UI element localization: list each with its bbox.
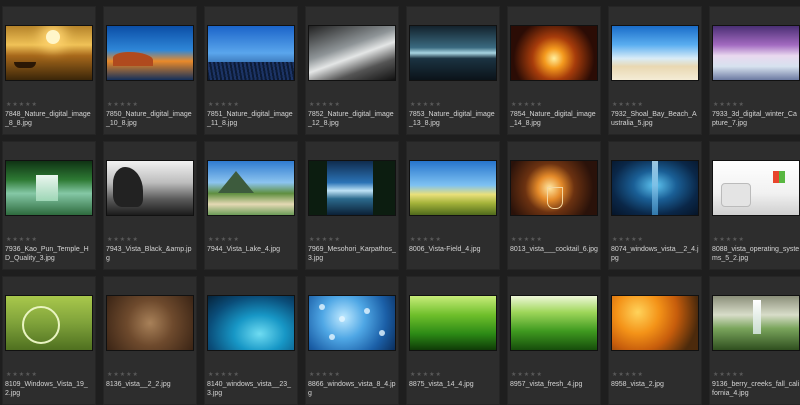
thumbnail-card[interactable]: ★★★★★ 7933_3d_digital_winter_Capture_7.j… bbox=[709, 6, 800, 135]
thumbnail-image[interactable] bbox=[511, 26, 597, 80]
file-name: 7944_Vista_Lake_4.jpg bbox=[207, 246, 281, 253]
thumbnail-image[interactable] bbox=[713, 26, 799, 80]
thumbnail-card[interactable]: ★★★★★ 8013_vista___cocktail_6.jpg bbox=[507, 141, 601, 270]
file-name: 8088_vista_operating_systems_5_2.jpg bbox=[712, 246, 800, 262]
thumbnail-card[interactable]: ★★★★★ 7852_Nature_digital_image_12_8.jpg bbox=[305, 6, 399, 135]
rating-stars[interactable]: ★★★★★ bbox=[6, 371, 38, 378]
thumbnail-card[interactable]: ★★★★★ 9136_berry_creeks_fall_california_… bbox=[709, 276, 800, 405]
rating-stars[interactable]: ★★★★★ bbox=[309, 101, 341, 108]
file-name: 8109_Windows_Vista_19_2.jpg bbox=[5, 381, 88, 397]
thumbnail-image[interactable] bbox=[107, 26, 193, 80]
thumbnail-image[interactable] bbox=[612, 26, 698, 80]
file-name: 8958_vista_2.jpg bbox=[611, 381, 664, 388]
thumbnail-image[interactable] bbox=[612, 161, 698, 215]
thumbnail-image[interactable] bbox=[511, 161, 597, 215]
thumbnail-card[interactable]: ★★★★★ 8875_vista_14_4.jpg bbox=[406, 276, 500, 405]
thumbnail-image[interactable] bbox=[208, 296, 294, 350]
rating-stars[interactable]: ★★★★★ bbox=[107, 101, 139, 108]
thumbnail-card[interactable]: ★★★★★ 7936_Kao_Pun_Temple_HD_Quality_3.j… bbox=[2, 141, 96, 270]
rating-stars[interactable]: ★★★★★ bbox=[713, 236, 745, 243]
thumbnail-image[interactable] bbox=[107, 296, 193, 350]
thumbnail-card[interactable]: ★★★★★ 8957_vista_fresh_4.jpg bbox=[507, 276, 601, 405]
thumbnail-card[interactable]: ★★★★★ 7932_Shoal_Bay_Beach_Australia_5.j… bbox=[608, 6, 702, 135]
thumbnail-card[interactable]: ★★★★★ 8136_vista__2_2.jpg bbox=[103, 276, 197, 405]
thumbnail-grid: ★★★★★ 7848_Nature_digital_image_8_8.jpg … bbox=[0, 0, 800, 405]
rating-stars[interactable]: ★★★★★ bbox=[612, 371, 644, 378]
file-name: 7943_Vista_Black_&amp.jpg bbox=[106, 246, 192, 262]
thumbnail-image[interactable] bbox=[208, 26, 294, 80]
thumbnail-card[interactable]: ★★★★★ 8109_Windows_Vista_19_2.jpg bbox=[2, 276, 96, 405]
thumbnail-image[interactable] bbox=[6, 161, 92, 215]
thumbnail-image[interactable] bbox=[6, 26, 92, 80]
thumbnail-image[interactable] bbox=[713, 161, 799, 215]
thumbnail-image[interactable] bbox=[410, 26, 496, 80]
file-name: 7854_Nature_digital_image_14_8.jpg bbox=[510, 111, 596, 127]
file-name: 7936_Kao_Pun_Temple_HD_Quality_3.jpg bbox=[5, 246, 89, 262]
rating-stars[interactable]: ★★★★★ bbox=[309, 371, 341, 378]
thumbnail-card[interactable]: ★★★★★ 8866_windows_vista_8_4.jpg bbox=[305, 276, 399, 405]
file-name: 7851_Nature_digital_image_11_8.jpg bbox=[207, 111, 293, 127]
rating-stars[interactable]: ★★★★★ bbox=[107, 236, 139, 243]
thumbnail-card[interactable]: ★★★★★ 8006_Vista-Field_4.jpg bbox=[406, 141, 500, 270]
thumbnail-image[interactable] bbox=[511, 296, 597, 350]
thumbnail-image[interactable] bbox=[410, 161, 496, 215]
thumbnail-image[interactable] bbox=[6, 296, 92, 350]
rating-stars[interactable]: ★★★★★ bbox=[511, 101, 543, 108]
thumbnail-image[interactable] bbox=[309, 296, 395, 350]
file-name: 7853_Nature_digital_image_13_8.jpg bbox=[409, 111, 495, 127]
file-name: 7932_Shoal_Bay_Beach_Australia_5.jpg bbox=[611, 111, 697, 127]
file-name: 7848_Nature_digital_image_8_8.jpg bbox=[5, 111, 91, 127]
file-name: 8140_windows_vista__23_3.jpg bbox=[207, 381, 292, 397]
thumbnail-card[interactable]: ★★★★★ 7848_Nature_digital_image_8_8.jpg bbox=[2, 6, 96, 135]
file-name: 7933_3d_digital_winter_Capture_7.jpg bbox=[712, 111, 797, 127]
thumbnail-image[interactable] bbox=[309, 161, 395, 215]
thumbnail-card[interactable]: ★★★★★ 8958_vista_2.jpg bbox=[608, 276, 702, 405]
thumbnail-card[interactable]: ★★★★★ 7853_Nature_digital_image_13_8.jpg bbox=[406, 6, 500, 135]
file-name: 9136_berry_creeks_fall_california_4.jpg bbox=[712, 381, 800, 397]
file-name: 8875_vista_14_4.jpg bbox=[409, 381, 474, 388]
file-name: 7969_Mesohori_Karpathos_3.jpg bbox=[308, 246, 396, 262]
thumbnail-card[interactable]: ★★★★★ 7851_Nature_digital_image_11_8.jpg bbox=[204, 6, 298, 135]
thumbnail-card[interactable]: ★★★★★ 7854_Nature_digital_image_14_8.jpg bbox=[507, 6, 601, 135]
thumbnail-image[interactable] bbox=[713, 296, 799, 350]
thumbnail-image[interactable] bbox=[107, 161, 193, 215]
thumbnail-image[interactable] bbox=[309, 26, 395, 80]
file-name: 8074_windows_vista__2_4.jpg bbox=[611, 246, 699, 262]
file-name: 8136_vista__2_2.jpg bbox=[106, 381, 171, 388]
file-name: 8866_windows_vista_8_4.jpg bbox=[308, 381, 396, 397]
rating-stars[interactable]: ★★★★★ bbox=[410, 101, 442, 108]
rating-stars[interactable]: ★★★★★ bbox=[511, 236, 543, 243]
thumbnail-card[interactable]: ★★★★★ 7943_Vista_Black_&amp.jpg bbox=[103, 141, 197, 270]
rating-stars[interactable]: ★★★★★ bbox=[713, 371, 745, 378]
thumbnail-card[interactable]: ★★★★★ 8074_windows_vista__2_4.jpg bbox=[608, 141, 702, 270]
rating-stars[interactable]: ★★★★★ bbox=[208, 101, 240, 108]
file-name: 8013_vista___cocktail_6.jpg bbox=[510, 246, 598, 253]
rating-stars[interactable]: ★★★★★ bbox=[6, 236, 38, 243]
rating-stars[interactable]: ★★★★★ bbox=[208, 371, 240, 378]
rating-stars[interactable]: ★★★★★ bbox=[511, 371, 543, 378]
rating-stars[interactable]: ★★★★★ bbox=[208, 236, 240, 243]
rating-stars[interactable]: ★★★★★ bbox=[410, 236, 442, 243]
rating-stars[interactable]: ★★★★★ bbox=[410, 371, 442, 378]
thumbnail-card[interactable]: ★★★★★ 8140_windows_vista__23_3.jpg bbox=[204, 276, 298, 405]
file-name: 7852_Nature_digital_image_12_8.jpg bbox=[308, 111, 394, 127]
thumbnail-image[interactable] bbox=[410, 296, 496, 350]
rating-stars[interactable]: ★★★★★ bbox=[713, 101, 745, 108]
rating-stars[interactable]: ★★★★★ bbox=[612, 101, 644, 108]
file-name: 8957_vista_fresh_4.jpg bbox=[510, 381, 583, 388]
thumbnail-card[interactable]: ★★★★★ 7944_Vista_Lake_4.jpg bbox=[204, 141, 298, 270]
thumbnail-card[interactable]: ★★★★★ 7969_Mesohori_Karpathos_3.jpg bbox=[305, 141, 399, 270]
rating-stars[interactable]: ★★★★★ bbox=[107, 371, 139, 378]
rating-stars[interactable]: ★★★★★ bbox=[612, 236, 644, 243]
rating-stars[interactable]: ★★★★★ bbox=[6, 101, 38, 108]
thumbnail-image[interactable] bbox=[612, 296, 698, 350]
file-name: 7850_Nature_digital_image_10_8.jpg bbox=[106, 111, 192, 127]
thumbnail-image[interactable] bbox=[208, 161, 294, 215]
rating-stars[interactable]: ★★★★★ bbox=[309, 236, 341, 243]
thumbnail-card[interactable]: ★★★★★ 7850_Nature_digital_image_10_8.jpg bbox=[103, 6, 197, 135]
thumbnail-card[interactable]: ★★★★★ 8088_vista_operating_systems_5_2.j… bbox=[709, 141, 800, 270]
file-name: 8006_Vista-Field_4.jpg bbox=[409, 246, 481, 253]
